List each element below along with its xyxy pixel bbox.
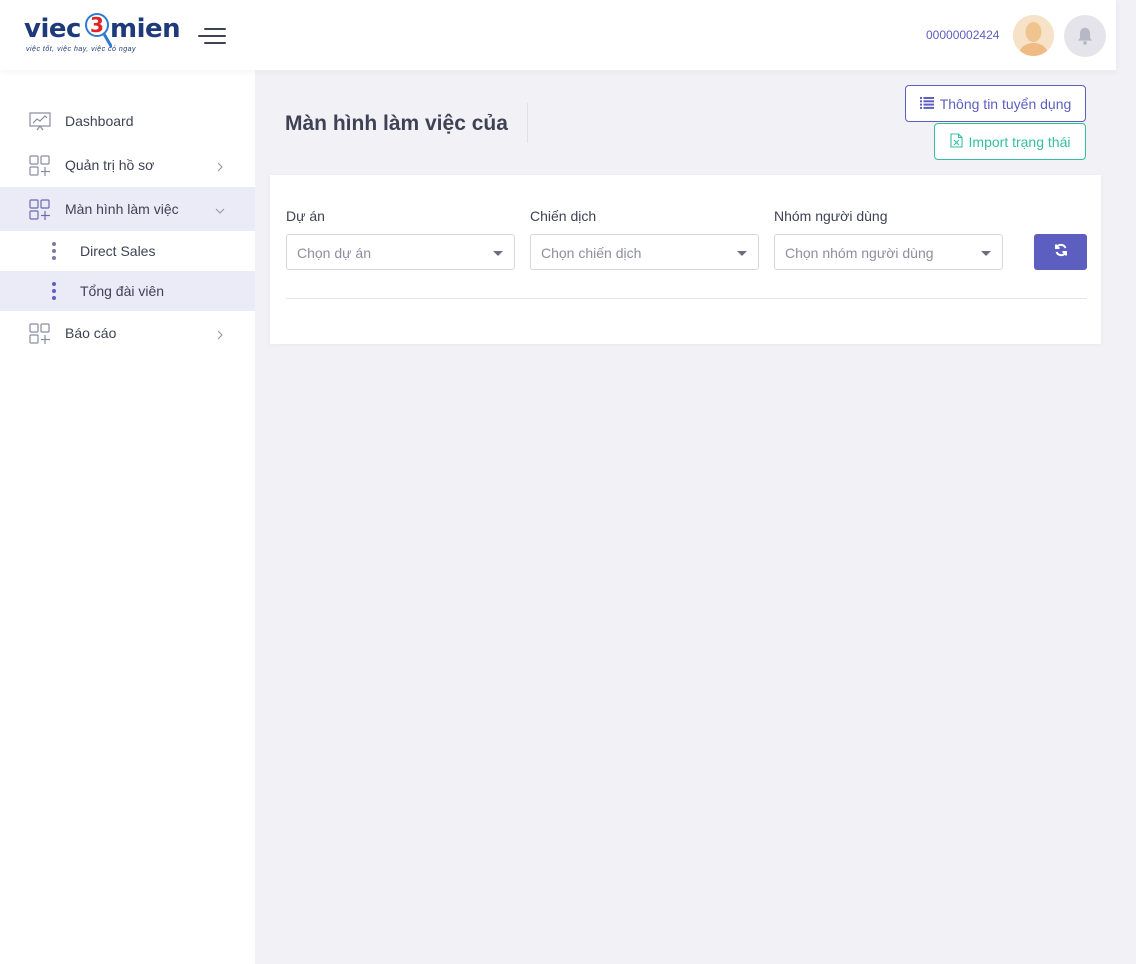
logo-tagline: việc tốt, việc hay, việc có ngay (26, 46, 137, 53)
sidebar-item-label: Màn hình làm việc (65, 201, 179, 217)
chevron-right-icon (215, 159, 225, 172)
chevron-down-icon (215, 203, 225, 214)
dots-vertical-icon (52, 242, 56, 260)
sidebar-item-label: Quản trị hồ sơ (65, 157, 155, 173)
sidebar-item-dashboard[interactable]: Dashboard (0, 99, 255, 143)
user-group-label: Nhóm người dùng (774, 208, 888, 224)
chevron-right-icon (215, 327, 225, 340)
chart-presentation-icon (29, 111, 51, 131)
refresh-icon (1054, 243, 1068, 262)
logo-digit: 3 (90, 13, 104, 37)
sidebar-subitem-tong-dai-vien[interactable]: Tổng đài viên (0, 271, 255, 311)
menu-toggle-icon[interactable] (198, 26, 226, 46)
caret-down-icon (981, 251, 991, 256)
caret-down-icon (493, 251, 503, 256)
project-label: Dự án (286, 208, 325, 224)
apps-grid-icon (29, 155, 51, 176)
campaign-select[interactable]: Chọn chiến dịch (530, 234, 759, 270)
list-icon (919, 96, 934, 112)
project-select[interactable]: Chọn dự án (286, 234, 515, 270)
top-header: viec 3 mien việc tốt, việc hay, việc có … (0, 0, 1116, 70)
logo[interactable]: viec 3 mien việc tốt, việc hay, việc có … (24, 10, 184, 60)
logo-digit-icon: 3 (84, 10, 113, 48)
filter-card: Dự án Chiến dịch Nhóm người dùng Chọn dự… (270, 175, 1101, 344)
sidebar-subitem-direct-sales[interactable]: Direct Sales (0, 231, 255, 271)
notification-bell-icon[interactable] (1064, 15, 1106, 57)
recruitment-info-label: Thông tin tuyển dụng (939, 95, 1072, 112)
sidebar-item-man-hinh-lam-viec[interactable]: Màn hình làm việc (0, 187, 255, 231)
sidebar-item-label: Báo cáo (65, 325, 117, 341)
sidebar-item-quan-tri-ho-so[interactable]: Quản trị hồ sơ (0, 143, 255, 187)
user-id[interactable]: 00000002424 (926, 28, 999, 42)
title-divider (527, 103, 528, 143)
logo-word-left: viec (24, 14, 81, 44)
sidebar-subitem-label: Tổng đài viên (80, 283, 165, 299)
import-status-label: Import trạng thái (968, 133, 1071, 150)
apps-grid-icon (29, 199, 51, 220)
caret-down-icon (737, 251, 747, 256)
page-title: Màn hình làm việc của (285, 112, 508, 135)
excel-file-icon (949, 132, 963, 151)
campaign-select-placeholder: Chọn chiến dịch (541, 245, 642, 261)
sidebar-item-label: Dashboard (65, 113, 134, 129)
dots-vertical-icon (52, 282, 56, 300)
sidebar-subitem-label: Direct Sales (80, 243, 156, 259)
user-group-select[interactable]: Chọn nhóm người dùng (774, 234, 1003, 270)
recruitment-info-button[interactable]: Thông tin tuyển dụng (905, 85, 1086, 122)
refresh-button[interactable] (1034, 234, 1087, 270)
logo-word-right: mien (110, 14, 181, 44)
sidebar: Dashboard Quản trị hồ sơ Màn hình làm vi… (0, 70, 255, 964)
apps-grid-icon (29, 323, 51, 344)
sidebar-item-bao-cao[interactable]: Báo cáo (0, 311, 255, 355)
user-group-select-placeholder: Chọn nhóm người dùng (785, 245, 934, 261)
sidebar-menu: Dashboard Quản trị hồ sơ Màn hình làm vi… (0, 99, 255, 355)
avatar[interactable] (1013, 15, 1054, 56)
campaign-label: Chiến dịch (530, 208, 597, 224)
project-select-placeholder: Chọn dự án (297, 245, 371, 261)
card-divider (286, 298, 1087, 299)
import-status-button[interactable]: Import trạng thái (934, 123, 1086, 160)
app-root: viec 3 mien việc tốt, việc hay, việc có … (0, 0, 1136, 964)
